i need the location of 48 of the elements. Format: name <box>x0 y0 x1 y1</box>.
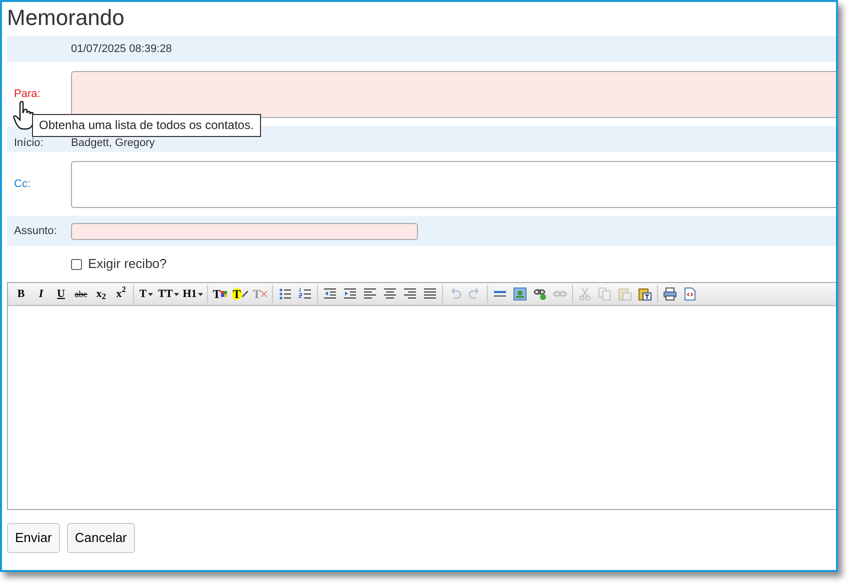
color-swatch-icon <box>220 291 227 297</box>
to-field[interactable] <box>71 70 836 118</box>
align-left-icon <box>362 287 377 301</box>
source-code-icon <box>682 287 697 301</box>
checkbox-label[interactable]: Exigir recibo? <box>88 254 167 274</box>
align-right-icon <box>402 287 417 301</box>
from-value: Badgett, Gregory <box>71 136 155 150</box>
cross-icon <box>260 291 267 297</box>
justify-icon <box>422 287 437 301</box>
highlight-button[interactable]: T <box>230 284 250 304</box>
tooltip: Obtenha uma lista de todos os contatos. <box>32 114 261 137</box>
dropdown-button[interactable]: TT <box>156 284 181 304</box>
scissors-icon <box>578 287 592 301</box>
format-button[interactable]: x$_{2}$ <box>91 284 111 304</box>
numbered-list-icon <box>298 287 312 301</box>
copy-icon <box>598 287 612 301</box>
format-button[interactable]: abc <box>71 284 91 304</box>
caret-icon <box>198 292 203 296</box>
subject-field[interactable] <box>71 222 418 240</box>
date-text: 01/07/2025 08:39:28 <box>71 42 172 57</box>
dropdown-button[interactable]: T <box>136 284 156 304</box>
indent-icon <box>342 287 357 301</box>
action-button[interactable]: Enviar <box>7 523 60 553</box>
image-icon <box>512 287 527 301</box>
pen-icon <box>242 291 248 297</box>
align-center-icon <box>382 287 397 301</box>
subject-label: Assunto: <box>13 224 58 239</box>
link-icon <box>532 287 547 301</box>
text-color-button[interactable]: T <box>210 284 230 304</box>
outdent-icon <box>322 287 337 301</box>
cc-field[interactable] <box>71 160 836 208</box>
window-title: Memorando <box>7 4 126 32</box>
dropdown-button[interactable]: H1 <box>180 284 205 304</box>
printer-icon <box>662 287 677 301</box>
checkbox[interactable] <box>71 258 82 270</box>
action-button[interactable]: Cancelar <box>66 523 135 553</box>
caret-icon <box>174 292 179 296</box>
format-button[interactable]: U <box>51 284 71 304</box>
from-label: Início: <box>13 136 44 150</box>
caret-icon <box>148 292 153 296</box>
bullet-list-icon <box>278 287 292 301</box>
cc-label[interactable]: Cc: <box>7 176 71 192</box>
format-button[interactable]: x$^{2}$ <box>111 284 131 304</box>
clipboard-text-icon <box>638 287 652 301</box>
clipboard-icon <box>618 287 632 301</box>
format-button[interactable]: I <box>31 284 51 304</box>
format-button[interactable]: B <box>11 284 31 304</box>
to-label[interactable]: Para: <box>7 86 71 102</box>
